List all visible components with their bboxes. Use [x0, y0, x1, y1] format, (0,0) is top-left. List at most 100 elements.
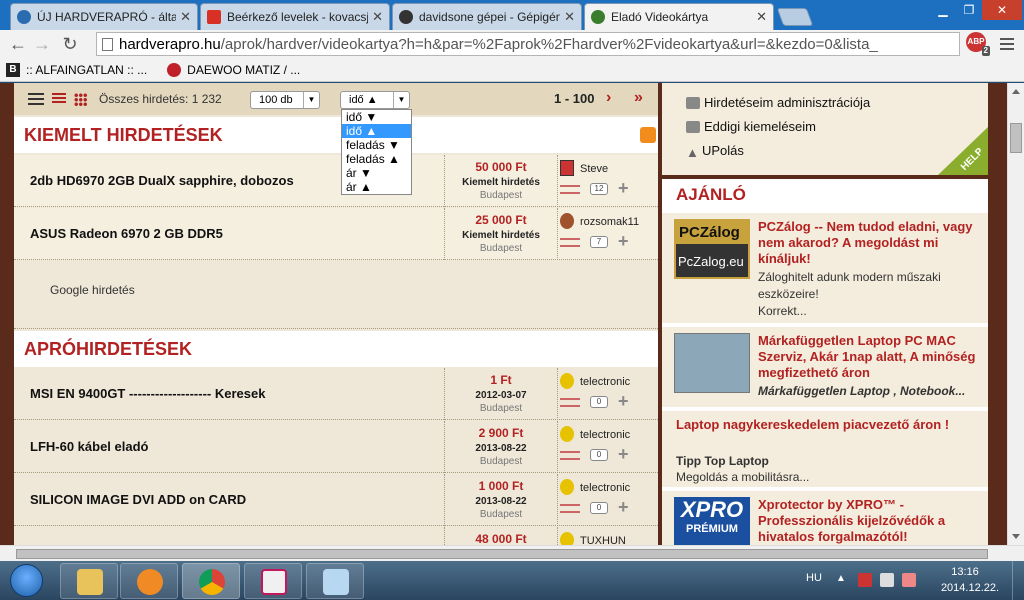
user-menu-item[interactable]: Hirdetéseim adminisztrációja — [686, 95, 870, 110]
sort-option[interactable]: ár ▼ — [342, 166, 411, 180]
sort-select[interactable]: idő ▲ ▼ — [340, 91, 410, 109]
avatar[interactable] — [560, 373, 574, 389]
minimize-icon[interactable]: ▁ — [930, 0, 956, 20]
start-button[interactable] — [4, 561, 48, 600]
ad-title[interactable]: SILICON IMAGE DVI ADD on CARD — [30, 492, 246, 507]
clock-time[interactable]: 13:16 — [940, 566, 990, 578]
forward-icon[interactable]: → — [30, 34, 54, 55]
recommendation-item[interactable]: Laptop nagykereskedelem piacvezető áron … — [662, 411, 988, 487]
taskbar-explorer[interactable] — [60, 563, 118, 599]
close-tab-icon[interactable]: ✕ — [756, 9, 767, 25]
recommendation-title[interactable]: PCZálog -- Nem tudod eladni, vagy nem ak… — [758, 219, 982, 267]
detailed-list-icon[interactable] — [52, 93, 66, 105]
browser-tab[interactable]: davidsone gépei - Gépigén ✕ — [392, 3, 582, 30]
sort-option[interactable]: feladás ▲ — [342, 152, 411, 166]
close-window-icon[interactable]: ✕ — [982, 0, 1022, 20]
bookmark-item[interactable]: B :: ALFAINGATLAN :: ... — [6, 62, 147, 77]
user-menu-item[interactable]: Eddigi kiemeléseim — [686, 119, 816, 134]
per-page-select[interactable]: 100 db ▼ — [250, 91, 320, 109]
add-watch-icon[interactable]: + — [618, 232, 634, 250]
show-desktop-button[interactable] — [1012, 561, 1024, 600]
list-view-icon[interactable] — [28, 93, 44, 105]
vertical-scrollbar[interactable] — [1007, 83, 1024, 545]
recommendation-more[interactable]: Korrekt... — [758, 303, 980, 320]
recommendation-item[interactable]: XPRO PRÉMIUM Xprotector by XPRO™ - Profe… — [662, 491, 988, 545]
table-row[interactable]: 2db HD6970 2GB DualX sapphire, dobozos 5… — [14, 155, 658, 207]
recommendation-title[interactable]: Laptop nagykereskedelem piacvezető áron … — [676, 417, 976, 433]
user-menu-item[interactable]: ▲ UPolás — [686, 143, 744, 160]
avatar[interactable] — [560, 160, 574, 176]
taskbar-media-player[interactable] — [120, 563, 178, 599]
sort-option[interactable]: feladás ▼ — [342, 138, 411, 152]
sort-option[interactable]: idő ▼ — [342, 110, 411, 124]
taskbar-chrome[interactable] — [182, 563, 240, 599]
avatar[interactable] — [560, 479, 574, 495]
add-watch-icon[interactable]: + — [618, 498, 634, 516]
reload-icon[interactable]: ↻ — [58, 34, 82, 55]
bookmark-item[interactable]: DAEWOO MATIZ / ... — [167, 62, 300, 77]
add-watch-icon[interactable]: + — [618, 392, 634, 410]
avatar[interactable] — [560, 426, 574, 442]
scroll-thumb[interactable] — [16, 549, 988, 559]
browser-tab[interactable]: Beérkező levelek - kovacsj ✕ — [200, 3, 390, 30]
username[interactable]: telectronic — [580, 376, 630, 388]
table-row[interactable]: ASUS Radeon 6970 2 GB DDR5 25 000 Ft Kie… — [14, 208, 658, 260]
taskbar-wifi[interactable] — [244, 563, 302, 599]
recommendation-item[interactable]: PCZálog PcZalog.eu PCZálog -- Nem tudod … — [662, 213, 988, 323]
scroll-down-icon[interactable] — [1012, 534, 1020, 539]
horizontal-scrollbar[interactable] — [0, 545, 1024, 561]
recommendation-more[interactable]: Megoldás a mobilitásra... — [676, 469, 898, 486]
close-tab-icon[interactable]: ✕ — [372, 9, 383, 25]
table-row[interactable]: SILICON IMAGE DVI ADD on CARD 1 000 Ft 2… — [14, 474, 658, 526]
help-ribbon[interactable]: HELP — [938, 127, 988, 175]
next-page-icon[interactable]: › — [606, 89, 611, 107]
sort-option-selected[interactable]: idő ▲ — [342, 124, 411, 138]
add-watch-icon[interactable]: + — [618, 445, 634, 463]
ad-title[interactable]: MSI EN 9400GT ------------------- Kerese… — [30, 386, 265, 401]
action-center-icon[interactable] — [902, 573, 916, 587]
network-icon[interactable] — [858, 573, 872, 587]
close-tab-icon[interactable]: ✕ — [564, 9, 575, 25]
table-row[interactable]: 48 000 Ft TUXHUN — [14, 527, 658, 545]
clock-date[interactable]: 2014.12.22. — [940, 582, 1000, 594]
username[interactable]: telectronic — [580, 482, 630, 494]
menu-icon[interactable] — [1000, 38, 1014, 50]
restore-icon[interactable]: ❐ — [956, 0, 982, 20]
table-row[interactable]: MSI EN 9400GT ------------------- Kerese… — [14, 368, 658, 420]
comment-count[interactable]: 0 — [590, 449, 608, 461]
comment-count[interactable]: 0 — [590, 502, 608, 514]
username[interactable]: Steve — [580, 163, 608, 175]
grid-view-icon[interactable] — [74, 92, 87, 106]
last-page-icon[interactable]: » — [634, 89, 643, 107]
username[interactable]: telectronic — [580, 429, 630, 441]
recommendation-title[interactable]: Xprotector by XPRO™ - Professzionális ki… — [758, 497, 982, 545]
scroll-thumb[interactable] — [1010, 123, 1022, 153]
table-row[interactable]: LFH-60 kábel eladó 2 900 Ft 2013-08-22 B… — [14, 421, 658, 473]
scroll-up-icon[interactable] — [1012, 89, 1020, 94]
rss-icon[interactable] — [640, 127, 656, 143]
comment-count[interactable]: 0 — [590, 396, 608, 408]
browser-tab-active[interactable]: Eladó Videokártya ✕ — [584, 3, 774, 30]
avatar[interactable] — [560, 532, 574, 545]
ad-title[interactable]: ASUS Radeon 6970 2 GB DDR5 — [30, 226, 223, 241]
comment-count[interactable]: 7 — [590, 236, 608, 248]
volume-icon[interactable] — [880, 573, 894, 587]
new-tab-button[interactable] — [776, 8, 814, 26]
recommendation-title[interactable]: Márkafüggetlen Laptop PC MAC Szerviz, Ak… — [758, 333, 982, 381]
username[interactable]: TUXHUN — [580, 535, 626, 545]
back-icon[interactable]: ← — [6, 34, 30, 55]
avatar[interactable] — [560, 213, 574, 229]
close-tab-icon[interactable]: ✕ — [180, 9, 191, 25]
add-watch-icon[interactable]: + — [618, 179, 634, 197]
browser-tab[interactable]: ÚJ HARDVERAPRÓ - általá ✕ — [10, 3, 198, 30]
sort-option[interactable]: ár ▲ — [342, 180, 411, 194]
show-hidden-icons-icon[interactable]: ▲ — [836, 573, 846, 584]
taskbar-paint[interactable] — [306, 563, 364, 599]
ad-title[interactable]: LFH-60 kábel eladó — [30, 439, 148, 454]
username[interactable]: rozsomak11 — [580, 216, 639, 228]
recommendation-item[interactable]: Márkafüggetlen Laptop PC MAC Szerviz, Ak… — [662, 327, 988, 407]
adblock-plus-icon[interactable]: ABP 2 — [966, 32, 990, 56]
comment-count[interactable]: 12 — [590, 183, 608, 195]
address-bar[interactable]: hardverapro.hu/aprok/hardver/videokartya… — [96, 32, 960, 56]
ad-title[interactable]: 2db HD6970 2GB DualX sapphire, dobozos — [30, 173, 294, 188]
